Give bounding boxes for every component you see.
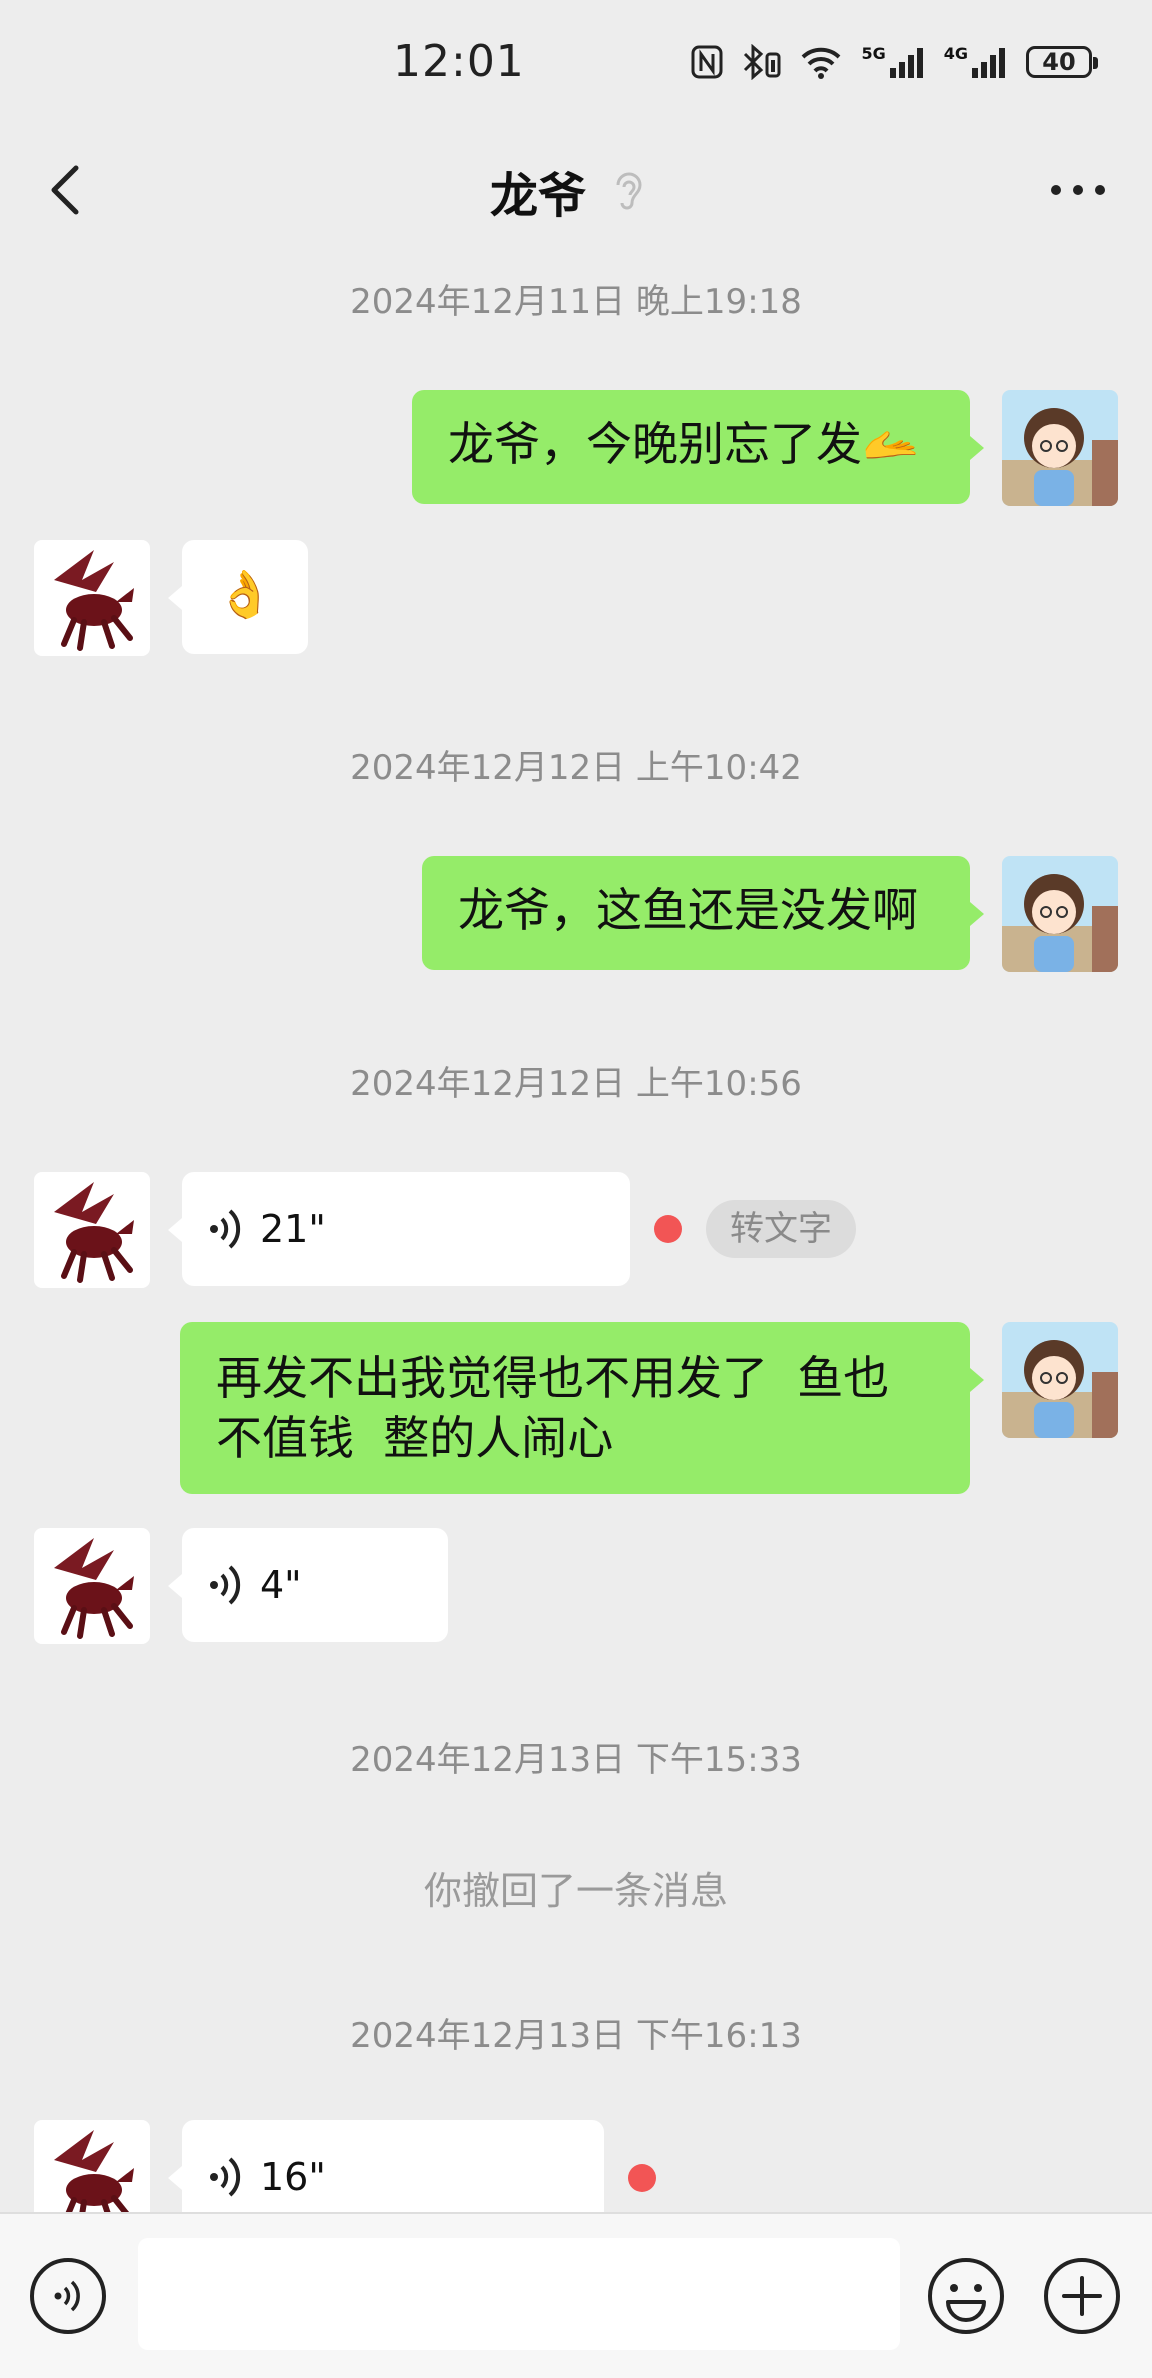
- message-text: 👌: [216, 567, 274, 621]
- title-group: 龙爷: [490, 156, 646, 226]
- outgoing-message[interactable]: 龙爷，这鱼还是没发啊: [422, 856, 984, 970]
- unread-dot: [654, 1215, 682, 1243]
- ear-listen-icon: [616, 172, 642, 210]
- message-text: 龙爷，这鱼还是没发啊: [458, 883, 918, 937]
- unread-dot: [628, 2164, 656, 2192]
- voice-content: 21": [182, 1172, 630, 1286]
- voice-wave-icon: [210, 1209, 241, 1249]
- emoji-icon[interactable]: [926, 2256, 1006, 2336]
- message-line: 再发不出我觉得也不用发了 鱼也: [216, 1351, 890, 1405]
- status-bar: 12:01 5G 4G 40: [0, 0, 1152, 130]
- nfc-icon: [691, 45, 723, 79]
- contact-avatar[interactable]: [34, 2120, 150, 2212]
- timestamp: 2024年12月12日 上午10:56: [350, 1064, 802, 1104]
- incoming-message[interactable]: 👌: [168, 540, 308, 654]
- bluetooth-icon: [744, 44, 781, 80]
- outgoing-message[interactable]: 龙爷，今晚别忘了发🫴: [412, 390, 984, 504]
- timestamp: 2024年12月11日 晚上19:18: [350, 282, 802, 322]
- network-5g-label: 5G: [861, 44, 886, 63]
- voice-duration: 16": [260, 2155, 326, 2199]
- battery-icon: 40: [1026, 46, 1098, 78]
- contact-avatar[interactable]: [34, 1172, 150, 1288]
- voice-input-icon[interactable]: [28, 2256, 108, 2336]
- voice-message[interactable]: 4": [168, 1528, 448, 1642]
- timestamp: 2024年12月13日 下午16:13: [350, 2016, 802, 2056]
- clock: 12:01: [393, 36, 525, 87]
- plus-icon[interactable]: [1042, 2256, 1122, 2336]
- voice-duration: 4": [260, 1563, 302, 1607]
- signal-4g-icon: 4G: [944, 46, 1008, 78]
- input-bar: [0, 2212, 1152, 2378]
- message-line: 不值钱 整的人闹心: [216, 1411, 614, 1465]
- timestamp: 2024年12月12日 上午10:42: [350, 748, 802, 788]
- message-input[interactable]: [138, 2238, 900, 2350]
- more-options-icon[interactable]: [1046, 170, 1110, 210]
- network-4g-label: 4G: [943, 44, 968, 63]
- outgoing-message[interactable]: 再发不出我觉得也不用发了 鱼也 不值钱 整的人闹心: [180, 1322, 984, 1494]
- message-text: 龙爷，今晚别忘了发🫴: [448, 417, 920, 471]
- wifi-icon: [802, 47, 841, 79]
- my-avatar[interactable]: [1002, 390, 1118, 506]
- voice-message[interactable]: 16": [168, 2120, 604, 2212]
- contact-avatar[interactable]: [34, 1528, 150, 1644]
- voice-content: 4": [182, 1528, 448, 1642]
- voice-wave-icon: [210, 2157, 241, 2197]
- back-arrow-icon[interactable]: [40, 162, 96, 218]
- my-avatar[interactable]: [1002, 1322, 1118, 1438]
- voice-duration: 21": [260, 1207, 326, 1251]
- voice-message[interactable]: 21": [168, 1172, 630, 1286]
- status-icons: 5G 4G 40: [691, 44, 1098, 80]
- signal-5g-icon: 5G: [861, 46, 925, 78]
- chat-header: 龙爷: [0, 140, 1152, 240]
- chat-title: 龙爷: [490, 168, 587, 224]
- transcribe-button[interactable]: 转文字: [706, 1200, 856, 1258]
- timestamp: 2024年12月13日 下午15:33: [350, 1740, 802, 1780]
- contact-avatar[interactable]: [34, 540, 150, 656]
- voice-wave-icon: [210, 1565, 241, 1605]
- recall-notice: 你撤回了一条消息: [423, 1869, 728, 1913]
- my-avatar[interactable]: [1002, 856, 1118, 972]
